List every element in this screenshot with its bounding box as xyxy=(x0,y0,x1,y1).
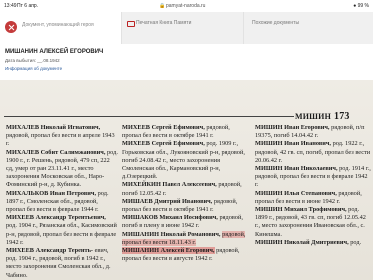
entry-name: МИШИН Иван Николаевич, xyxy=(255,165,338,173)
entry-highlighted: МИШАНИН Алексей Егорович, рядовой, пропа… xyxy=(122,247,250,263)
battery-indicator: ● 99 % xyxy=(353,3,369,9)
header-page-number: 173 xyxy=(334,111,350,122)
entry: МИШИН Иван Иванович, род. 1922 г., рядов… xyxy=(255,140,371,165)
entry-name: МИХЕЙКИН Павел Алексеевич, xyxy=(122,181,217,189)
entry-name: МИХЕЕВ Сергей Ефимович, xyxy=(122,124,205,131)
tab-label: Печатная Книга Памяти xyxy=(136,20,192,26)
entry: МИХАЛЕВ Собит Салимжанович, род. 1900 г.… xyxy=(6,149,118,190)
status-time: 13:49 xyxy=(4,3,17,9)
entry: МИШИН Илья Степанович, рядовой, пропал б… xyxy=(255,190,371,206)
entry-name: МИХАЛЕВ Николай Игнатович, xyxy=(6,124,101,131)
entry-name: МИШИН Николай Дмитриевич, xyxy=(255,238,349,246)
document-info-link[interactable]: Информация об документе xyxy=(5,66,62,71)
tab-similar-documents[interactable]: Похожие документы xyxy=(243,12,373,44)
person-name: МИШАНИН Алексей Егорович xyxy=(5,49,104,55)
tab-label: Похожие документы xyxy=(252,20,300,26)
entry-name: МИШАНИН Николай Романович, xyxy=(122,230,221,238)
entry: МИШАЕВ Дмитрий Иванович, рядовой, пропал… xyxy=(122,198,250,214)
column-3: МИШИН Иван Егорович, рядовой, п/п 19375,… xyxy=(255,124,371,247)
status-date: Пт 6 апр. xyxy=(17,3,39,9)
entry-name: МИХЕЕВ Сергей Ефимович, xyxy=(122,140,205,148)
entry: МИХЕЕВ Александр Теренть- евич, род. 190… xyxy=(6,247,118,280)
column-2: МИХЕЕВ Сергей Ефимович, рядовой, пропал … xyxy=(122,124,250,263)
entry: МИХЕЕВ Сергей Ефимович, род. 1909 г., Го… xyxy=(122,140,250,181)
entry-text: род. 1904 г., Рязанская обл., Касимовски… xyxy=(6,222,117,246)
address-url[interactable]: pamyat-naroda.ru xyxy=(166,3,205,9)
entry-text: род. xyxy=(350,238,362,246)
entry: МИХЕЙКИН Павел Алексеевич, рядовой, поги… xyxy=(122,181,250,197)
entry: МИШИН Николай Дмитриевич, род. xyxy=(255,239,371,247)
tab-printed-memory-book[interactable]: Печатная Книга Памяти xyxy=(121,12,244,44)
entry-name: МИШАНИН Алексей Егорович, xyxy=(122,247,215,255)
entry-name: МИХАЛЬКОВ Иван Петрович, xyxy=(6,189,97,197)
entry: МИХАЛЕВ Николай Игнатович, рядовой, проп… xyxy=(6,124,118,149)
entry-name: МИШАКОВ Михаил Иосифович, xyxy=(122,214,218,222)
entry: МИШИН Михаил Трофимович, род. 1899 г., р… xyxy=(255,206,371,239)
entry-name: МИШИН Михаил Трофимович, xyxy=(255,206,347,214)
entry-name: МИШИН Илья Степанович, xyxy=(255,189,337,197)
entry-name: МИШИН Иван Иванович, xyxy=(255,140,331,148)
close-circle-icon xyxy=(5,21,17,33)
entry-text: рядовой, пропал без вести в апреле 1943 … xyxy=(6,132,115,148)
document-tabs: Документ, упоминающий героя Печатная Кни… xyxy=(0,12,373,46)
page-header: МИШИН 173 xyxy=(295,111,350,122)
header-name: МИШИН xyxy=(295,112,332,121)
tab-label: Документ, упоминающий героя xyxy=(22,22,94,28)
entry: МИШАКОВ Михаил Иосифович, рядовой, погиб… xyxy=(122,214,250,230)
entry: МИХЕЕВ Александр Терентьевич, род. 1904 … xyxy=(6,214,118,247)
lock-icon: 🔒 xyxy=(159,3,166,9)
entry-name: МИХАЛЕВ Собит Салимжанович, xyxy=(6,148,106,156)
entry-name: МИШИН Иван Егорович, xyxy=(255,124,330,131)
entry: МИХАЛЬКОВ Иван Петрович, род. 1897 г., С… xyxy=(6,190,118,215)
scanned-document: МИШИН 173 МИХАЛЕВ Николай Игнатович, рядо… xyxy=(0,80,373,280)
person-dates: Дата выбытия: __.08.1942 xyxy=(5,58,60,63)
header-rule xyxy=(4,116,294,117)
entry-name: МИХЕЕВ Александр Теренть- xyxy=(6,247,94,255)
entry-name: МИХЕЕВ Александр Терентьевич, xyxy=(6,214,106,222)
tab-hero-document[interactable]: Документ, упоминающий героя xyxy=(0,12,121,44)
status-bar: 13:49 Пт 6 апр. 🔒 pamyat-naroda.ru ● 99 … xyxy=(0,0,373,12)
book-icon xyxy=(127,21,135,27)
entry-name: МИШАЕВ Дмитрий Иванович, xyxy=(122,197,213,205)
entry: МИХЕЕВ Сергей Ефимович, рядовой, пропал … xyxy=(122,124,250,140)
column-1: МИХАЛЕВ Николай Игнатович, рядовой, проп… xyxy=(6,124,118,280)
entry: МИШИН Иван Егорович, рядовой, п/п 19375,… xyxy=(255,124,371,140)
entry: МИШИН Иван Николаевич, род. 1914 г., ряд… xyxy=(255,165,371,190)
entry: МИШАНИН Николай Романович, рядовой, проп… xyxy=(122,230,250,247)
person-info: МИШАНИН Алексей Егорович Дата выбытия: _… xyxy=(0,46,373,80)
